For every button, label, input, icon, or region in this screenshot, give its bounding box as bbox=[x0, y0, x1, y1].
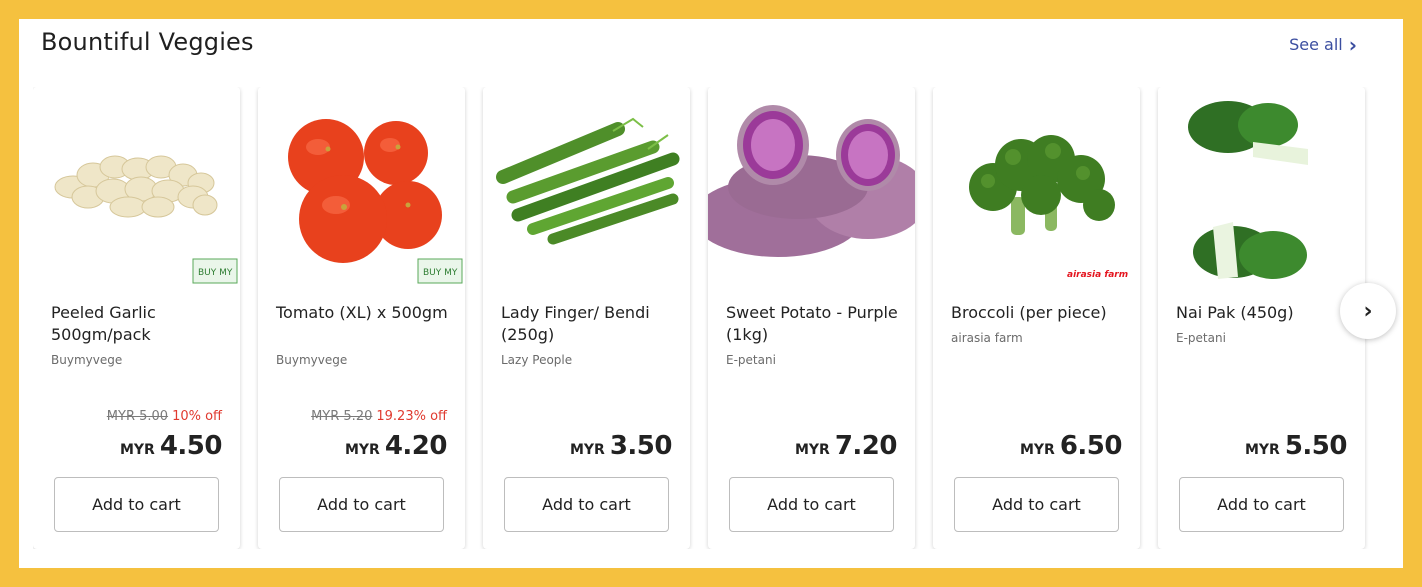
price-currency: MYR bbox=[569, 442, 605, 458]
price-value: 7.20 bbox=[834, 431, 898, 461]
price-currency: MYR bbox=[794, 442, 830, 458]
old-price: MYR 5.00 bbox=[106, 409, 169, 424]
okra-image[interactable] bbox=[483, 87, 690, 285]
price-currency: MYR bbox=[1019, 442, 1055, 458]
product-seller: Lazy People bbox=[501, 353, 573, 367]
product-carousel-section: Bountiful Veggies See all › BUY MY Peele… bbox=[19, 19, 1403, 568]
product-card[interactable]: Sweet Potato - Purple (1kg) E-petani MYR… bbox=[708, 87, 915, 549]
product-card[interactable]: airasia farm Broccoli (per piece) airasi… bbox=[933, 87, 1140, 549]
svg-text:airasia farm: airasia farm bbox=[1067, 270, 1128, 280]
product-price: MYR 7.20 bbox=[794, 431, 898, 461]
price-currency: MYR bbox=[344, 442, 380, 458]
price-value: 4.20 bbox=[384, 431, 448, 461]
product-card[interactable]: BUY MY Peeled Garlic 500gm/pack Buymyveg… bbox=[33, 87, 240, 549]
add-to-cart-button[interactable]: Add to cart bbox=[1179, 477, 1344, 532]
product-card[interactable]: Nai Pak (450g) E-petani MYR 5.50 Add to … bbox=[1158, 87, 1365, 549]
discount-percent: 10% off bbox=[172, 409, 222, 424]
discount-info: MYR 5.00 10% off bbox=[107, 409, 222, 424]
add-to-cart-button[interactable]: Add to cart bbox=[279, 477, 444, 532]
add-to-cart-button[interactable]: Add to cart bbox=[954, 477, 1119, 532]
add-to-cart-button[interactable]: Add to cart bbox=[729, 477, 894, 532]
product-seller: Buymyvege bbox=[51, 353, 123, 367]
product-list: BUY MY Peeled Garlic 500gm/pack Buymyveg… bbox=[33, 87, 1403, 549]
old-price: MYR 5.20 bbox=[311, 409, 373, 424]
nai-pak-image[interactable] bbox=[1158, 87, 1365, 285]
price-value: 6.50 bbox=[1059, 431, 1123, 461]
product-card[interactable]: BUY MY Tomato (XL) x 500gm Buymyvege MYR… bbox=[258, 87, 465, 549]
product-name[interactable]: Nai Pak (450g) bbox=[1176, 302, 1356, 324]
add-to-cart-button[interactable]: Add to cart bbox=[504, 477, 669, 532]
price-currency: MYR bbox=[119, 442, 155, 458]
product-name[interactable]: Lady Finger/ Bendi (250g) bbox=[501, 302, 681, 346]
add-to-cart-button[interactable]: Add to cart bbox=[54, 477, 219, 532]
chevron-right-icon: › bbox=[1363, 298, 1373, 324]
section-title: Bountiful Veggies bbox=[41, 28, 254, 56]
buy-my-vege-logo: BUY MY bbox=[198, 268, 233, 278]
product-seller: E-petani bbox=[726, 353, 776, 367]
broccoli-image[interactable]: airasia farm bbox=[933, 87, 1140, 285]
price-value: 4.50 bbox=[159, 431, 223, 461]
product-price: MYR 3.50 bbox=[569, 431, 673, 461]
discount-percent: 19.23% off bbox=[376, 409, 447, 424]
product-name[interactable]: Sweet Potato - Purple (1kg) bbox=[726, 302, 906, 346]
price-value: 3.50 bbox=[609, 431, 673, 461]
product-name[interactable]: Peeled Garlic 500gm/pack bbox=[51, 302, 231, 346]
product-name[interactable]: Tomato (XL) x 500gm bbox=[276, 302, 456, 324]
product-price: MYR 4.50 bbox=[119, 431, 223, 461]
product-seller: E-petani bbox=[1176, 331, 1226, 345]
see-all-link[interactable]: See all › bbox=[1289, 32, 1357, 57]
product-card[interactable]: Lady Finger/ Bendi (250g) Lazy People MY… bbox=[483, 87, 690, 549]
garlic-image[interactable]: BUY MY bbox=[33, 87, 240, 285]
sweet-potato-image[interactable] bbox=[708, 87, 915, 285]
price-value: 5.50 bbox=[1284, 431, 1348, 461]
discount-info: MYR 5.20 19.23% off bbox=[311, 409, 447, 424]
chevron-right-icon: › bbox=[1348, 32, 1357, 57]
product-price: MYR 5.50 bbox=[1244, 431, 1348, 461]
product-name[interactable]: Broccoli (per piece) bbox=[951, 302, 1131, 324]
product-price: MYR 4.20 bbox=[344, 431, 448, 461]
product-price: MYR 6.50 bbox=[1019, 431, 1123, 461]
tomato-image[interactable]: BUY MY bbox=[258, 87, 465, 285]
svg-text:BUY MY: BUY MY bbox=[423, 268, 458, 278]
price-currency: MYR bbox=[1244, 442, 1280, 458]
product-seller: Buymyvege bbox=[276, 353, 348, 367]
product-seller: airasia farm bbox=[951, 331, 1023, 345]
carousel-next-button[interactable]: › bbox=[1340, 283, 1396, 339]
see-all-label: See all bbox=[1289, 35, 1343, 54]
